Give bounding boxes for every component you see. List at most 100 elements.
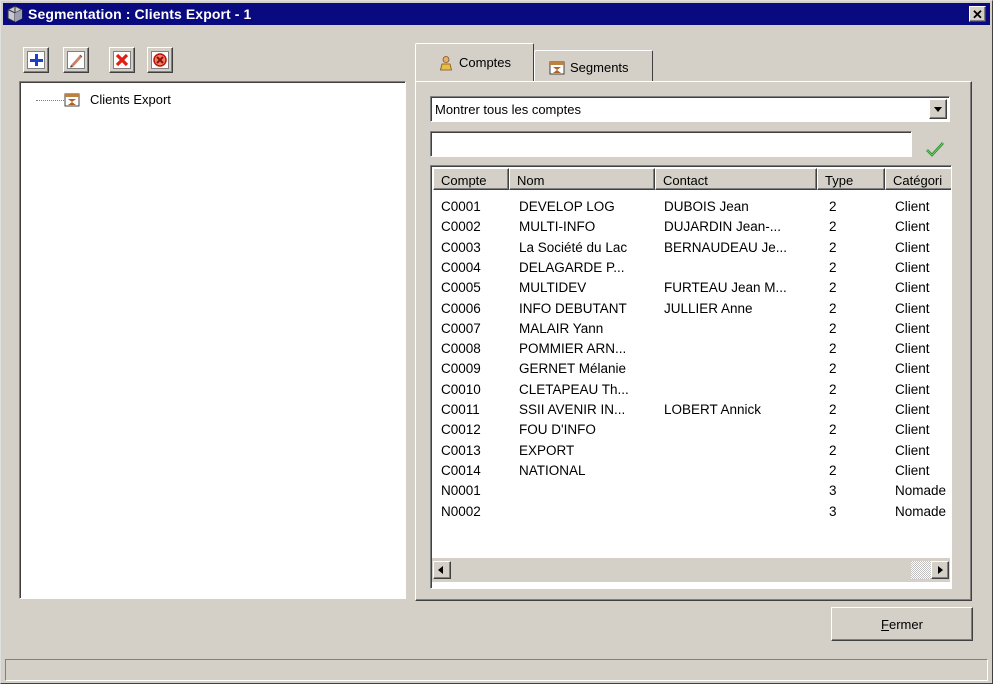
table-row[interactable]: C0002 MULTI-INFO DUJARDIN Jean-... 2 Client	[433, 218, 951, 238]
table-cell: BERNAUDEAU Je...	[664, 239, 788, 255]
table-row[interactable]: C0003 La Société du Lac BERNAUDEAU Je... 2 C…	[433, 239, 951, 259]
table-cell: 2	[829, 361, 837, 377]
table-header: Compte Nom Contact Type Catégori	[433, 168, 951, 190]
table-cell: 2	[829, 199, 837, 214]
table-row[interactable]: C0013 EXPORT 2 Client	[433, 442, 951, 462]
table-cell: 3	[829, 483, 837, 499]
table-row[interactable]: N0002 3 Nomade	[433, 503, 951, 523]
cancel-icon	[151, 51, 169, 69]
table-cell: C0010	[441, 381, 481, 397]
table-cell: Client	[895, 300, 930, 316]
table-row[interactable]: C0009 GERNET Mélanie 2 Client	[433, 360, 951, 380]
table-cell: Client	[895, 259, 930, 275]
edit-segment-button[interactable]	[63, 47, 89, 73]
table-cell: Nomade	[895, 483, 947, 499]
table-cell: 2	[829, 442, 837, 458]
table-cell: FURTEAU Jean M...	[664, 280, 787, 296]
table-cell: LOBERT Annick	[664, 402, 762, 417]
table-row[interactable]: N0001 3 Nomade	[433, 482, 951, 502]
table-cell: C0003	[441, 239, 481, 255]
fermer-button[interactable]: Fermer	[831, 607, 973, 641]
table-cell: 2	[829, 239, 837, 255]
window-title: Segmentation : Clients Export - 1	[28, 6, 252, 22]
column-header-categorie[interactable]: Catégori	[885, 168, 951, 190]
table-cell: 3	[829, 503, 837, 519]
column-header-compte[interactable]: Compte	[433, 168, 509, 190]
table-cell: Client	[895, 280, 930, 296]
cancel-segment-button[interactable]	[147, 47, 173, 73]
segment-icon	[64, 93, 80, 107]
table-cell: C0008	[441, 341, 481, 357]
table-cell: CLETAPEAU Th...	[519, 381, 629, 397]
table-row[interactable]: C0012 FOU D'INFO 2 Client	[433, 421, 951, 441]
table-cell: DUJARDIN Jean-...	[664, 219, 782, 235]
edit-icon	[67, 51, 85, 69]
table-row[interactable]: C0004 DELAGARDE P... 2 Client	[433, 259, 951, 279]
table-cell: Client	[895, 199, 930, 214]
table-cell: GERNET Mélanie	[519, 361, 627, 377]
table-row[interactable]: C0007 MALAIR Yann 2 Client	[433, 320, 951, 340]
table-cell: Client	[895, 381, 930, 397]
account-filter-value: Montrer tous les comptes	[435, 102, 581, 117]
table-cell: 2	[829, 422, 837, 438]
table-cell: C0005	[441, 280, 481, 296]
fermer-mnemonic: F	[881, 616, 889, 632]
table-row[interactable]: C0005 MULTIDEV FURTEAU Jean M... 2 Client	[433, 279, 951, 299]
table-row[interactable]: C0010 CLETAPEAU Th... 2 Client	[433, 381, 951, 401]
table-row[interactable]: C0011 SSII AVENIR IN... LOBERT Annick 2 Clie…	[433, 401, 951, 421]
table-cell: DEVELOP LOG	[519, 199, 615, 214]
table-row[interactable]: C0006 INFO DEBUTANT JULLIER Anne 2 Client	[433, 300, 951, 320]
person-icon	[439, 55, 453, 70]
table-cell: C0006	[441, 300, 481, 316]
table-cell: C0001	[441, 199, 481, 214]
table-cell: MULTI-INFO	[519, 219, 596, 235]
table-cell: POMMIER ARN...	[519, 341, 627, 357]
delete-segment-button[interactable]	[109, 47, 135, 73]
table-row[interactable]: C0014 NATIONAL 2 Client	[433, 462, 951, 482]
table-cell: Client	[895, 219, 930, 235]
column-header-contact[interactable]: Contact	[655, 168, 817, 190]
add-segment-button[interactable]	[23, 47, 49, 73]
table-cell: N0002	[441, 503, 481, 519]
column-header-nom[interactable]: Nom	[509, 168, 655, 190]
account-filter-select[interactable]: Montrer tous les comptes	[430, 96, 950, 122]
scroll-left-button[interactable]	[433, 561, 451, 579]
search-input[interactable]	[430, 131, 912, 157]
table-cell: 2	[829, 280, 837, 296]
chevron-down-icon[interactable]	[929, 99, 947, 119]
close-icon: ✕	[972, 6, 983, 22]
table-cell: JULLIER Anne	[664, 300, 753, 316]
tab-segments-label: Segments	[570, 60, 629, 75]
table-row[interactable]: C0001 DEVELOP LOG DUBOIS Jean 2 Client	[433, 198, 951, 218]
title-bar: Segmentation : Clients Export - 1 ✕	[3, 3, 990, 25]
accounts-table[interactable]: Compte Nom Contact Type Catégori C0001 DE…	[430, 165, 952, 589]
tab-segments[interactable]: Segments	[534, 50, 653, 84]
check-icon[interactable]	[924, 139, 946, 159]
table-row[interactable]: C0008 POMMIER ARN... 2 Client	[433, 340, 951, 360]
tab-comptes[interactable]: Comptes	[415, 43, 534, 81]
scroll-track[interactable]	[451, 561, 911, 579]
table-cell: Client	[895, 442, 930, 458]
segmentation-window: Segmentation : Clients Export - 1 ✕ Clie…	[0, 0, 993, 684]
column-header-type[interactable]: Type	[817, 168, 885, 190]
tree-item-clients-export[interactable]: Clients Export	[90, 92, 171, 107]
table-cell: DELAGARDE P...	[519, 259, 625, 275]
add-icon	[27, 51, 45, 69]
table-cell: MULTIDEV	[519, 280, 587, 296]
table-cell: 2	[829, 402, 837, 417]
table-cell: Client	[895, 402, 930, 417]
table-cell: 2	[829, 259, 837, 275]
segment-tree[interactable]: Clients Export	[19, 81, 406, 599]
delete-icon	[113, 51, 131, 69]
segment-icon	[549, 61, 565, 74]
status-bar	[5, 659, 988, 681]
table-cell: C0002	[441, 219, 481, 235]
table-cell: 2	[829, 381, 837, 397]
app-icon	[7, 5, 23, 23]
table-cell: Client	[895, 422, 930, 438]
scroll-right-button[interactable]	[931, 561, 949, 579]
table-cell: N0001	[441, 483, 481, 499]
horizontal-scrollbar[interactable]	[432, 558, 950, 582]
scroll-thumb[interactable]	[911, 561, 931, 579]
close-window-button[interactable]: ✕	[969, 6, 986, 22]
